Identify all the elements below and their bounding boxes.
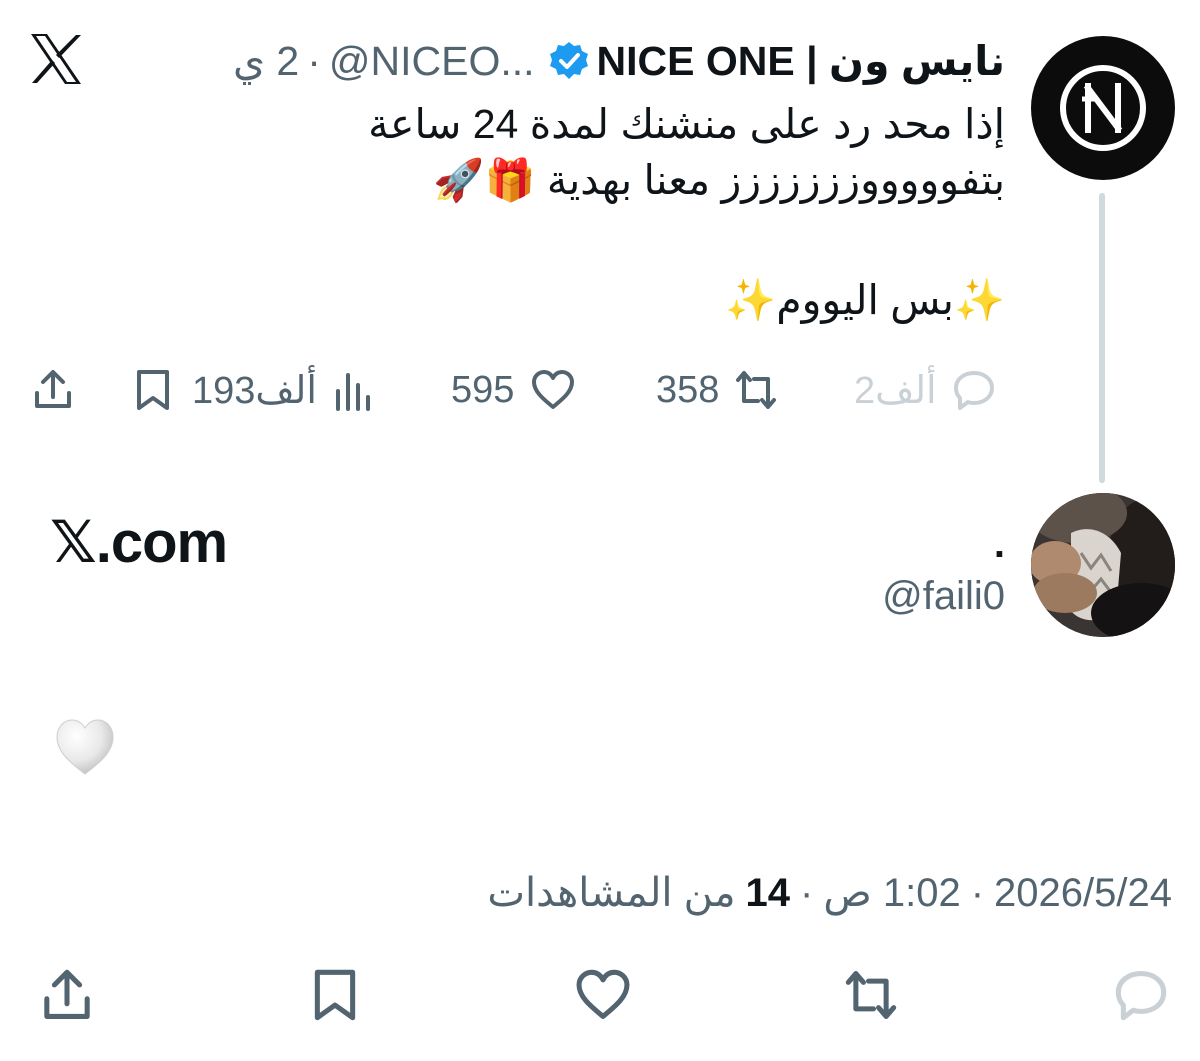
- retweet-button[interactable]: [836, 960, 906, 1030]
- like-button[interactable]: [568, 960, 638, 1030]
- bookmark-icon: [314, 969, 356, 1021]
- author-handle[interactable]: @NICEO...: [329, 38, 535, 85]
- author-display-name[interactable]: نايس ون | NICE ONE: [597, 37, 1005, 85]
- heart-icon: [576, 969, 630, 1019]
- x-logo-icon[interactable]: [28, 32, 84, 86]
- nice-one-avatar[interactable]: [1031, 36, 1175, 180]
- views-count: 193ألف: [192, 369, 317, 412]
- reply-text: 𝕏.com: [50, 510, 228, 575]
- tweet-text-line: بتفوووووززززززز معنا بهدية 🎁🚀: [433, 157, 1005, 203]
- tweet-time-ago[interactable]: 2 ي: [233, 37, 299, 85]
- share-button[interactable]: [32, 960, 102, 1030]
- analytics-icon: [335, 373, 370, 411]
- reply-button[interactable]: [1106, 960, 1176, 1030]
- share-button[interactable]: [30, 360, 76, 420]
- reply-date[interactable]: 2026/5/24: [994, 871, 1172, 916]
- reply-button[interactable]: 2ألف: [854, 360, 997, 420]
- bookmark-icon: [137, 370, 169, 410]
- retweet-icon: [845, 971, 897, 1019]
- bookmark-button[interactable]: [130, 360, 176, 420]
- retweet-count: 358: [656, 368, 720, 411]
- tweet-text-line: ✨بس اليووم✨: [725, 277, 1005, 323]
- avatar-photo: [1031, 493, 1175, 637]
- reply-count: 2ألف: [854, 369, 937, 412]
- reply-views-count[interactable]: 14: [746, 871, 791, 916]
- reply-meta: 2026/5/24 · 1:02 ص · 14 من المشاهدات: [487, 866, 1172, 920]
- separator-dot: ·: [307, 37, 321, 84]
- retweet-button[interactable]: 358: [656, 360, 779, 420]
- reply-author-avatar[interactable]: [1031, 493, 1175, 637]
- reply-author-handle[interactable]: @faili0: [882, 572, 1005, 620]
- share-icon: [44, 969, 90, 1019]
- bookmark-button[interactable]: [300, 960, 370, 1030]
- comment-icon: [1115, 971, 1167, 1021]
- white-heart-emoji-icon: [56, 719, 114, 775]
- reply-views-label: من المشاهدات: [487, 871, 736, 915]
- heart-icon: [532, 370, 575, 409]
- separator-dot: ·: [800, 870, 814, 915]
- like-count: 595: [451, 368, 515, 411]
- share-icon: [35, 370, 71, 408]
- like-button[interactable]: 595: [451, 360, 576, 420]
- retweet-icon: [736, 371, 777, 409]
- tweet-header: نايس ون | NICE ONE @NICEO... · 2 ي: [233, 34, 1005, 88]
- tweet-body: إذا محد رد على منشنك لمدة 24 ساعة بتفووو…: [285, 96, 1005, 328]
- separator-dot: ·: [970, 870, 985, 915]
- tweet-action-bar: 193ألف 595 358 2ألف: [26, 360, 1016, 420]
- reply-action-bar: [30, 960, 1180, 1030]
- views-stat[interactable]: 193ألف: [192, 360, 377, 420]
- reply-author-display-name[interactable]: .: [994, 522, 1005, 566]
- tweet-text-line: إذا محد رد على منشنك لمدة 24 ساعة: [368, 101, 1005, 147]
- reply-time[interactable]: 1:02 ص: [823, 870, 960, 916]
- thread-connector-line: [1099, 193, 1105, 483]
- nice-one-logo-icon: [1060, 65, 1146, 151]
- comment-icon: [953, 371, 994, 410]
- verified-badge-icon: [549, 42, 588, 79]
